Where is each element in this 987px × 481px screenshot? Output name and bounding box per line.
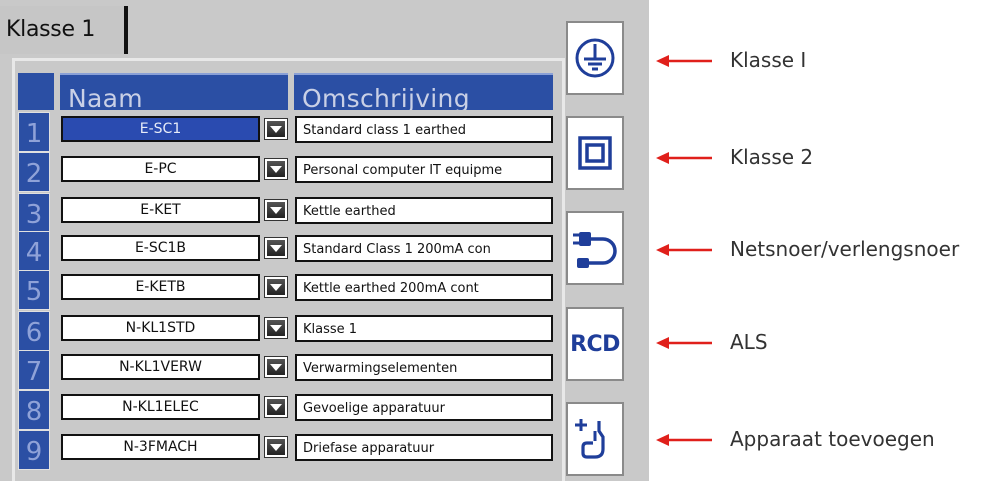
test-code-select[interactable]: E-KETB (61, 274, 260, 300)
callout-klasse-1: Klasse I (730, 48, 807, 72)
callout-netsnoer: Netsnoer/verlengsnoer (730, 237, 960, 261)
add-appliance-icon (575, 419, 605, 459)
dropdown-button[interactable] (264, 436, 288, 458)
table-row[interactable]: 2 E-PC Personal computer IT equipme (0, 152, 560, 192)
test-code-select[interactable]: E-PC (61, 156, 260, 182)
table-row[interactable]: 5 E-KETB Kettle earthed 200mA cont (0, 270, 560, 310)
table-row[interactable]: 3 E-KET Kettle earthed (0, 193, 560, 233)
description-field[interactable]: Standard class 1 earthed (295, 116, 553, 143)
add-appliance-button[interactable] (566, 402, 624, 476)
row-index: 4 (18, 231, 50, 271)
description-field[interactable]: Kettle earthed (295, 197, 553, 224)
dropdown-button[interactable] (264, 356, 288, 378)
chevron-down-icon (270, 325, 282, 332)
class-2-button[interactable] (566, 116, 624, 190)
class-1-button[interactable] (566, 21, 624, 95)
row-index: 3 (18, 193, 50, 233)
row-index: 9 (18, 430, 50, 470)
dropdown-button[interactable] (264, 118, 288, 140)
row-index: 5 (18, 270, 50, 310)
double-square-icon (578, 136, 612, 170)
test-code-select[interactable]: N-KL1VERW (61, 354, 260, 380)
chevron-down-icon (270, 404, 282, 411)
arrow-left-icon (656, 152, 712, 164)
dropdown-button[interactable] (264, 276, 288, 298)
test-code-select[interactable]: N-3FMACH (61, 434, 260, 460)
test-code-select[interactable]: N-KL1STD (61, 315, 260, 341)
row-index: 2 (18, 152, 50, 192)
chevron-down-icon (270, 245, 282, 252)
dropdown-button[interactable] (264, 317, 288, 339)
arrow-left-icon (656, 244, 712, 256)
rcd-button[interactable]: RCD (566, 307, 624, 381)
chevron-down-icon (270, 207, 282, 214)
description-field[interactable]: Driefase apparatuur (295, 434, 553, 461)
dropdown-button[interactable] (264, 237, 288, 259)
table-row[interactable]: 9 N-3FMACH Driefase apparatuur (0, 430, 560, 470)
description-field[interactable]: Gevoelige apparatuur (295, 394, 553, 421)
description-field[interactable]: Klasse 1 (295, 315, 553, 342)
chevron-down-icon (270, 444, 282, 451)
description-field[interactable]: Personal computer IT equipme (295, 156, 553, 183)
test-code-select[interactable]: E-KET (61, 197, 260, 223)
tab-klasse-1[interactable]: Klasse 1 (0, 6, 128, 54)
description-field[interactable]: Verwarmingselementen (295, 354, 553, 381)
table-row[interactable]: 8 N-KL1ELEC Gevoelige apparatuur (0, 390, 560, 430)
test-code-select[interactable]: N-KL1ELEC (61, 394, 260, 420)
table-row[interactable]: 4 E-SC1B Standard Class 1 200mA con (0, 231, 560, 271)
test-code-select[interactable]: E-SC1B (61, 235, 260, 261)
arrow-left-icon (656, 55, 712, 67)
description-field[interactable]: Kettle earthed 200mA cont (295, 274, 553, 301)
chevron-down-icon (270, 126, 282, 133)
chevron-down-icon (270, 364, 282, 371)
callout-apparaat-toevoegen: Apparaat toevoegen (730, 427, 935, 451)
extension-lead-button[interactable] (566, 211, 624, 285)
earth-ground-icon (575, 38, 615, 78)
row-index: 1 (18, 112, 50, 152)
chevron-down-icon (270, 166, 282, 173)
test-code-select[interactable]: E-SC1 (61, 116, 260, 142)
tester-screen: Klasse 1 Naam Omschrijving 1 E-SC1 Stand… (0, 0, 649, 481)
arrow-left-icon (656, 337, 712, 349)
description-column-header: Omschrijving (294, 73, 553, 110)
callout-als: ALS (730, 330, 768, 354)
callout-klasse-2: Klasse 2 (730, 145, 814, 169)
row-index: 7 (18, 350, 50, 390)
table-row[interactable]: 6 N-KL1STD Klasse 1 (0, 311, 560, 351)
dropdown-button[interactable] (264, 158, 288, 180)
name-column-header: Naam (60, 73, 288, 110)
arrow-left-icon (656, 434, 712, 446)
table-row[interactable]: 1 E-SC1 Standard class 1 earthed (0, 112, 560, 152)
row-index: 8 (18, 390, 50, 430)
chevron-down-icon (270, 284, 282, 291)
dropdown-button[interactable] (264, 396, 288, 418)
rcd-icon: RCD (570, 331, 620, 357)
extension-lead-icon (573, 232, 617, 268)
description-field[interactable]: Standard Class 1 200mA con (295, 235, 553, 262)
index-column-header (18, 73, 54, 110)
row-index: 6 (18, 311, 50, 351)
dropdown-button[interactable] (264, 199, 288, 221)
table-row[interactable]: 7 N-KL1VERW Verwarmingselementen (0, 350, 560, 390)
